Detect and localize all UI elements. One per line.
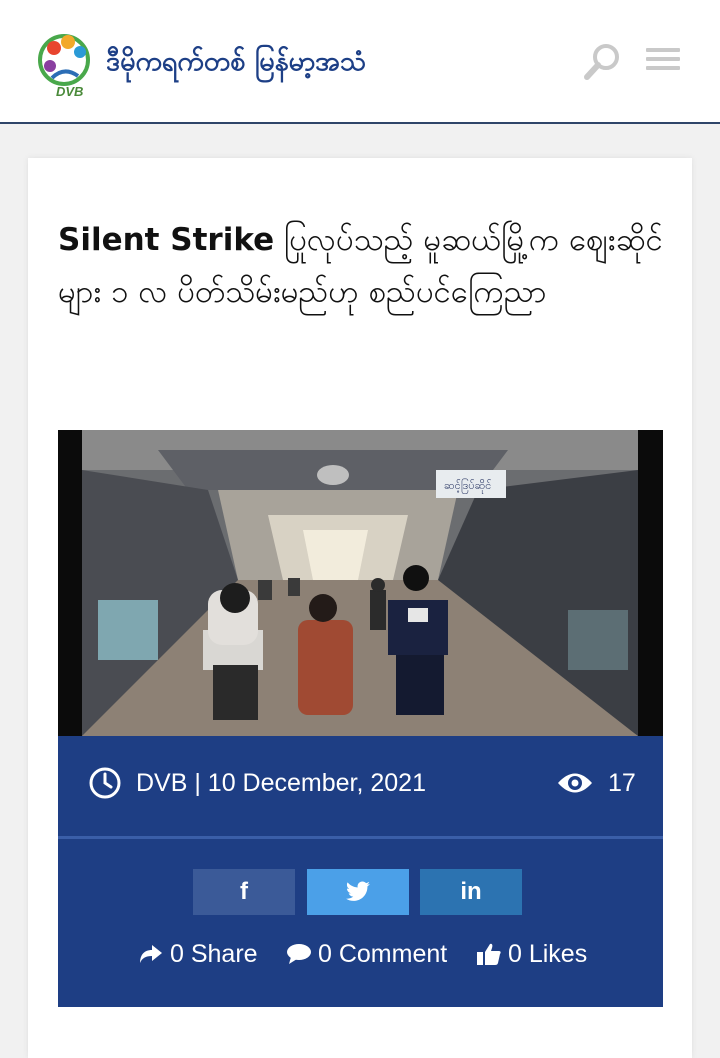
twitter-bird-icon [346,881,370,901]
site-header: DVB ဒီမိုကရက်တစ် မြန်မာ့အသံ [0,0,720,124]
article-title[interactable]: Silent Strike ပြုလုပ်သည့် မူဆယ်မြို့က ဈေ… [58,214,668,318]
likes-count: 0 Likes [508,939,588,968]
article-card: Silent Strike ပြုလုပ်သည့် မူဆယ်မြို့က ဈေ… [28,158,692,1058]
dvb-logo[interactable]: DVB [34,28,104,100]
article-meta-bar: DVB | 10 December, 2021 17 [58,736,663,836]
article-hero-image[interactable]: ဆင့်ဒြပ်ဆိုင် [58,430,663,736]
article-byline: DVB | 10 December, 2021 [136,769,426,797]
linkedin-icon: in [460,878,482,905]
eye-icon [558,773,592,793]
search-icon[interactable] [582,42,622,82]
share-count-link[interactable]: 0 Share [138,937,258,971]
facebook-icon: f [240,878,248,905]
site-name[interactable]: ဒီမိုကရက်တစ် မြန်မာ့အသံ [106,44,366,84]
share-panel: f in 0 Share 0 Comment 0 Likes [58,839,663,1007]
comment-bubble-icon [287,944,311,964]
likes-count-link[interactable]: 0 Likes [476,937,587,971]
thumbs-up-icon [477,943,501,965]
market-corridor-photo: ဆင့်ဒြပ်ဆိုင် [58,430,663,736]
image-sign-text: ဆင့်ဒြပ်ဆိုင် [444,478,491,494]
comment-count-link[interactable]: 0 Comment [286,937,447,971]
title-lead: Silent Strike [58,222,275,258]
share-arrow-icon [140,945,162,963]
view-count: 17 [608,769,636,797]
linkedin-share-button[interactable]: in [420,869,522,915]
facebook-share-button[interactable]: f [193,869,295,915]
comment-count: 0 Comment [318,939,448,968]
clock-icon [89,767,121,799]
hamburger-menu-icon[interactable] [646,48,680,70]
twitter-share-button[interactable] [307,869,409,915]
logo-abbr: DVB [56,84,83,99]
share-count: 0 Share [170,939,258,968]
